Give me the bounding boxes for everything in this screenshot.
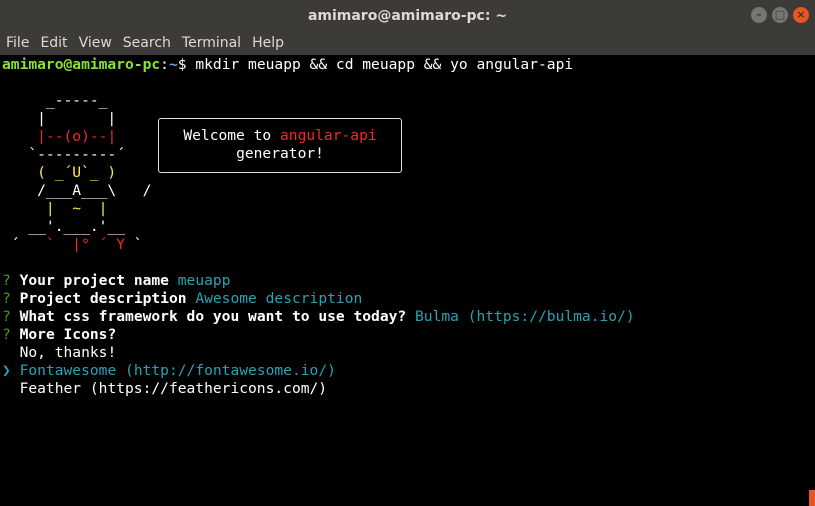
menu-search[interactable]: Search (123, 35, 171, 51)
ascii-line-7: | ~ | (2, 200, 108, 218)
choice-label: Feather (https://feathericons.com/) (19, 380, 328, 397)
welcome-line-1: Welcome to angular-api (159, 127, 401, 145)
ascii-line-3: |--(o)--| (2, 128, 116, 146)
ascii-text: | ~ | (2, 200, 108, 217)
window-title: amimaro@amimaro-pc: ~ (307, 7, 508, 24)
welcome-box: Welcome to angular-api generator! (158, 118, 402, 173)
question-mark: ? (2, 308, 11, 325)
question-label: What css framework do you want to use to… (19, 308, 407, 325)
prompt-sep: : (160, 56, 169, 73)
ascii-text: ( _´U`_ ) (2, 164, 117, 181)
welcome-line-2: generator! (159, 145, 401, 163)
ascii-line-6: /___A___\ / (2, 182, 151, 200)
choice-item[interactable]: No, thanks! (2, 344, 117, 362)
question-label: Project description (19, 290, 187, 307)
window-titlebar[interactable]: amimaro@amimaro-pc: ~ – □ × (0, 0, 815, 31)
minimize-button[interactable]: – (751, 7, 767, 23)
ascii-text: | | (2, 110, 117, 127)
ascii-text (2, 128, 37, 145)
welcome-line2-text: generator! (236, 145, 324, 162)
question-project-description: ? Project description Awesome descriptio… (2, 290, 362, 308)
ascii-line-5: ( _´U`_ ) (2, 164, 116, 182)
prompt-line: amimaro@amimaro-pc:~$ mkdir meuapp && cd… (2, 56, 573, 74)
ascii-line-2: | | (2, 110, 116, 128)
prompt-command: mkdir meuapp && cd meuapp && yo angular-… (186, 56, 574, 73)
ascii-line-4: `---------´ (2, 146, 125, 164)
prompt-path: ~ (168, 56, 178, 73)
choice-item-selected[interactable]: ❯ Fontawesome (http://fontawesome.io/) (2, 362, 336, 380)
welcome-prefix: Welcome to (183, 127, 280, 144)
close-button[interactable]: × (793, 7, 809, 23)
question-mark: ? (2, 326, 11, 343)
choice-item[interactable]: Feather (https://feathericons.com/) (2, 380, 328, 398)
choice-label: No, thanks! (19, 344, 117, 361)
menu-edit[interactable]: Edit (40, 35, 67, 51)
question-more-icons: ? More Icons? (2, 326, 116, 344)
welcome-generator-name: angular-api (280, 127, 377, 144)
question-answer: Awesome description (195, 290, 363, 307)
question-answer: Bulma (https://bulma.io/) (414, 308, 635, 325)
menu-file[interactable]: File (6, 35, 29, 51)
menu-bar: File Edit View Search Terminal Help (0, 31, 815, 55)
ascii-text: ` (125, 236, 143, 253)
question-mark: ? (2, 272, 11, 289)
ascii-text: ` |° ´ Y (45, 236, 126, 253)
window-controls: – □ × (751, 7, 809, 23)
ascii-line-8: __'.___.'__ (2, 218, 125, 236)
terminal-area[interactable]: amimaro@amimaro-pc:~$ mkdir meuapp && cd… (0, 55, 815, 506)
question-label: Your project name (19, 272, 169, 289)
question-label: More Icons? (19, 326, 117, 343)
menu-view[interactable]: View (79, 35, 112, 51)
ascii-text: __'.___.'__ (2, 218, 126, 235)
question-css-framework: ? What css framework do you want to use … (2, 308, 635, 326)
ascii-text: /___A___\ / (2, 182, 152, 199)
prompt-dollar: $ (177, 56, 187, 73)
question-mark: ? (2, 290, 11, 307)
scrollbar-thumb[interactable] (809, 490, 815, 506)
ascii-text: ´ (2, 236, 46, 253)
menu-help[interactable]: Help (252, 35, 284, 51)
ascii-text: _-----_ (2, 92, 108, 109)
pointer-icon: ❯ (2, 362, 11, 379)
ascii-line-1: _-----_ (2, 92, 108, 110)
question-project-name: ? Your project name meuapp (2, 272, 230, 290)
ascii-text: `---------´ (2, 146, 126, 163)
choice-label: Fontawesome (http://fontawesome.io/) (19, 362, 336, 379)
ascii-text: |--(o)--| (37, 128, 117, 145)
menu-terminal[interactable]: Terminal (182, 35, 241, 51)
prompt-user-host: amimaro@amimaro-pc (2, 56, 161, 73)
maximize-button[interactable]: □ (772, 7, 788, 23)
ascii-line-9: ´ ` |° ´ Y ` (2, 236, 143, 254)
question-answer: meuapp (177, 272, 231, 289)
